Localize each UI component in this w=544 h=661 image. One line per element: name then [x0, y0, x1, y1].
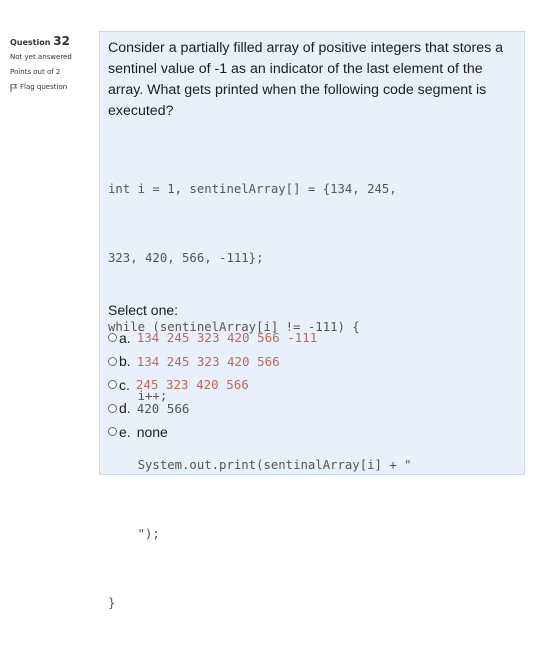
question-text: Consider a partially filled array of pos… [108, 40, 504, 119]
option-value: 245 323 420 566 [135, 377, 249, 393]
answer-status: Not yet answered [10, 53, 72, 61]
option-a[interactable]: a. 134 245 323 420 566 -111 [108, 326, 317, 350]
radio-button[interactable] [108, 403, 117, 413]
question-number-line: Question 32 [10, 34, 92, 48]
code-line: System.out.print(sentinalArray[i] + " [108, 458, 412, 472]
option-d[interactable]: d. 420 566 [108, 397, 317, 421]
code-line: } [108, 596, 116, 610]
option-letter: c. [119, 376, 130, 393]
question-card: Consider a partially filled array of pos… [99, 31, 525, 610]
question-number: 32 [53, 34, 70, 48]
flag-question-link[interactable]: Flag question [10, 82, 92, 93]
radio-button[interactable] [108, 380, 117, 390]
question-label: Question [10, 38, 51, 47]
option-value: 134 245 323 420 566 -111 [136, 330, 318, 346]
radio-button[interactable] [108, 333, 117, 343]
option-letter: a. [119, 329, 131, 346]
option-value: 134 245 323 420 566 [136, 353, 280, 369]
code-line: "); [108, 527, 160, 541]
option-letter: d. [119, 400, 131, 417]
option-e[interactable]: e. none [108, 420, 317, 444]
flag-icon [10, 83, 17, 92]
option-value: 420 566 [136, 400, 190, 416]
code-line: int i = 1, sentinelArray[] = {134, 245, [108, 182, 397, 196]
question-info-panel: Question 32 Not yet answered Points out … [10, 34, 92, 93]
select-one-label: Select one: [108, 302, 179, 318]
points-info: Points out of 2 [10, 68, 61, 76]
option-letter: e. [119, 423, 131, 440]
flag-question-label: Flag question [20, 83, 68, 91]
option-b[interactable]: b. 134 245 323 420 566 [108, 350, 317, 374]
answer-options: a. 134 245 323 420 566 -111 b. 134 245 3… [108, 326, 317, 444]
code-line: 323, 420, 566, -111}; [108, 251, 264, 265]
option-letter: b. [119, 353, 131, 370]
radio-button[interactable] [108, 427, 117, 437]
option-c[interactable]: c. 245 323 420 566 [108, 373, 317, 397]
option-value: none [136, 423, 168, 440]
radio-button[interactable] [108, 356, 117, 366]
